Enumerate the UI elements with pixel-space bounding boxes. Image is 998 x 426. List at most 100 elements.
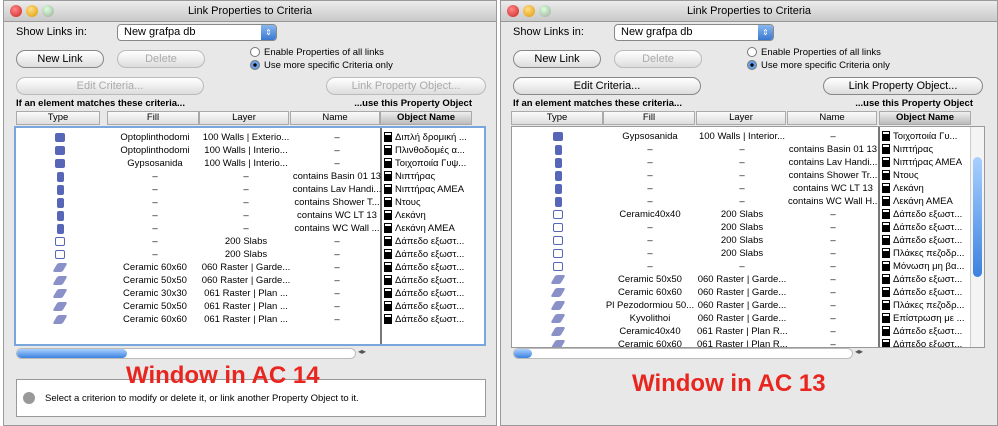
zoom-button[interactable] (42, 5, 54, 17)
table-row[interactable]: Gypsosanida 100 Walls | Interio... – Τοιχοπ… (16, 157, 484, 170)
cell-name: – (830, 287, 836, 298)
cell-layer: 200 Slabs (224, 249, 268, 260)
zoom-button[interactable] (539, 5, 551, 17)
table-row[interactable]: Ceramic 30x30 061 Raster | Plan ... – Δάπεδ… (16, 287, 484, 300)
column-header-fill[interactable]: Fill (603, 111, 695, 125)
table-row[interactable]: – – contains Lav Handi... Νιπτήρας ΑΜΕΑ (512, 156, 984, 169)
table-row[interactable]: Ceramic 60x60 061 Raster | Plan R... – Δάπε… (512, 338, 984, 347)
table-row[interactable]: – – contains Basin 01 13 Νιπτήρας (512, 143, 984, 156)
scroll-arrows[interactable]: ◂▸ (358, 347, 366, 356)
horizontal-scrollbar[interactable] (513, 348, 853, 359)
delete-button[interactable]: Delete (117, 50, 205, 68)
database-select[interactable]: New grafpa db ⇕ (614, 24, 774, 41)
table-row[interactable]: – – contains Lav Handi... Νιπτήρας ΑΜΕΑ (16, 183, 484, 196)
cell-fill: – (647, 261, 653, 272)
table-row[interactable]: Optoplinthodomi 100 Walls | Exterio... – Δι… (16, 131, 484, 144)
horizontal-scrollbar[interactable] (16, 348, 356, 359)
table-row[interactable]: – 200 Slabs – Δάπεδο εξωστ... (16, 248, 484, 261)
caption-ac13: Window in AC 13 (632, 370, 826, 397)
property-object-icon (882, 235, 890, 246)
wall-icon (55, 159, 65, 168)
database-select[interactable]: New grafpa db ⇕ (117, 24, 277, 41)
table-row[interactable]: – – contains Shower T... Ντους (16, 196, 484, 209)
cell-name: contains Basin 01 13 (292, 171, 382, 182)
radio-button[interactable] (250, 47, 260, 57)
column-header-object-name[interactable]: Object Name (380, 111, 472, 125)
close-button[interactable] (10, 5, 22, 17)
cell-name: – (334, 314, 340, 325)
table-row[interactable]: – 200 Slabs – Δάπεδο εξωστ... (512, 221, 984, 234)
scroll-arrows[interactable]: ◂▸ (855, 347, 863, 356)
title-bar[interactable]: Link Properties to Criteria (501, 1, 997, 22)
link-property-object-button[interactable]: Link Property Object... (326, 77, 486, 95)
table-row[interactable]: Ceramic40x40 200 Slabs – Δάπεδο εξωστ... (512, 208, 984, 221)
table-row[interactable]: Kyvolithoi 060 Raster | Garde... – Επίστρωσ… (512, 312, 984, 325)
delete-button[interactable]: Delete (614, 50, 702, 68)
radio-option-1[interactable]: Enable Properties of all links (250, 46, 384, 58)
column-header-type[interactable]: Type (16, 111, 100, 125)
column-header-layer[interactable]: Layer (696, 111, 786, 125)
table-row[interactable]: – 200 Slabs – Πλάκες πεζοδρ... (512, 247, 984, 260)
criteria-list[interactable]: Optoplinthodomi 100 Walls | Exterio... – Δι… (14, 126, 486, 346)
table-row[interactable]: – 200 Slabs – Δάπεδο εξωστ... (16, 235, 484, 248)
radio-button[interactable] (747, 60, 757, 70)
title-bar[interactable]: Link Properties to Criteria (4, 1, 496, 22)
show-links-label: Show Links in: (16, 26, 87, 38)
edit-criteria-button[interactable]: Edit Criteria... (513, 77, 701, 95)
property-object-icon (882, 196, 890, 207)
table-row[interactable]: – 200 Slabs – Δάπεδο εξωστ... (512, 234, 984, 247)
table-row[interactable]: Optoplinthodomi 100 Walls | Interio... – Πλ… (16, 144, 484, 157)
cell-layer: – (243, 171, 249, 182)
cell-fill: – (647, 183, 653, 194)
table-row[interactable]: – – contains WC LT 13 Λεκάνη (512, 182, 984, 195)
table-row[interactable]: – – – Μόνωση μη βα... (512, 260, 984, 273)
column-header-fill[interactable]: Fill (107, 111, 199, 125)
radio-option-2[interactable]: Use more specific Criteria only (250, 59, 393, 71)
column-header-object-name[interactable]: Object Name (879, 111, 971, 125)
link-property-object-button[interactable]: Link Property Object... (823, 77, 983, 95)
table-row[interactable]: Pl Pezodormiou 50... 060 Raster | Garde..… (512, 299, 984, 312)
caption-ac14: Window in AC 14 (126, 362, 320, 389)
column-header-type[interactable]: Type (511, 111, 603, 125)
vertical-scroll-thumb[interactable] (973, 157, 982, 277)
table-row[interactable]: – – contains WC Wall H... Λεκάνη ΑΜΕΑ (512, 195, 984, 208)
table-row[interactable]: – – contains WC LT 13 Λεκάνη (16, 209, 484, 222)
radio-option-2[interactable]: Use more specific Criteria only (747, 59, 890, 71)
property-object-icon (384, 210, 392, 221)
minimize-button[interactable] (523, 5, 535, 17)
property-object-icon (882, 170, 890, 181)
table-row[interactable]: Ceramic40x40 061 Raster | Plan R... – Δάπεδ… (512, 325, 984, 338)
property-object-icon (882, 274, 890, 285)
column-header-name[interactable]: Name (787, 111, 877, 125)
edit-criteria-button[interactable]: Edit Criteria... (16, 77, 204, 95)
object-name-text: Λεκάνη ΑΜΕΑ (395, 223, 455, 234)
table-row[interactable]: Ceramic 50x50 060 Raster | Garde... – Δάπεδ… (512, 273, 984, 286)
cell-fill: – (152, 197, 158, 208)
cell-name: – (830, 131, 836, 142)
table-row[interactable]: – – contains Basin 01 13 Νιπτήρας (16, 170, 484, 183)
radio-button[interactable] (250, 60, 260, 70)
cell-layer: – (243, 210, 249, 221)
close-button[interactable] (507, 5, 519, 17)
column-header-name[interactable]: Name (290, 111, 380, 125)
table-row[interactable]: Ceramic 60x60 060 Raster | Garde... – Δάπεδ… (16, 261, 484, 274)
radio-option-1[interactable]: Enable Properties of all links (747, 46, 881, 58)
column-header-layer[interactable]: Layer (199, 111, 289, 125)
table-row[interactable]: Ceramic 60x60 060 Raster | Garde... – Δάπεδ… (512, 286, 984, 299)
new-link-button[interactable]: New Link (16, 50, 104, 68)
criteria-list[interactable]: Gypsosanida 100 Walls | Interior... – Τοιχο… (511, 126, 985, 348)
wall-icon (55, 146, 65, 155)
radio-button[interactable] (747, 47, 757, 57)
table-row[interactable]: Ceramic 50x50 060 Raster | Garde... – Δάπεδ… (16, 274, 484, 287)
table-row[interactable]: Gypsosanida 100 Walls | Interior... – Τοιχο… (512, 130, 984, 143)
table-row[interactable]: Ceramic 50x50 061 Raster | Plan ... – Δάπεδ… (16, 300, 484, 313)
horizontal-scroll-thumb[interactable] (514, 349, 532, 358)
table-row[interactable]: Ceramic 60x60 061 Raster | Plan ... – Δάπεδ… (16, 313, 484, 326)
minimize-button[interactable] (26, 5, 38, 17)
table-row[interactable]: – – contains Shower Tr... Ντους (512, 169, 984, 182)
horizontal-scroll-thumb[interactable] (17, 349, 127, 358)
new-link-button[interactable]: New Link (513, 50, 601, 68)
table-row[interactable]: – – contains WC Wall ... Λεκάνη ΑΜΕΑ (16, 222, 484, 235)
property-object-icon (882, 248, 890, 259)
vertical-scrollbar[interactable] (970, 127, 984, 347)
